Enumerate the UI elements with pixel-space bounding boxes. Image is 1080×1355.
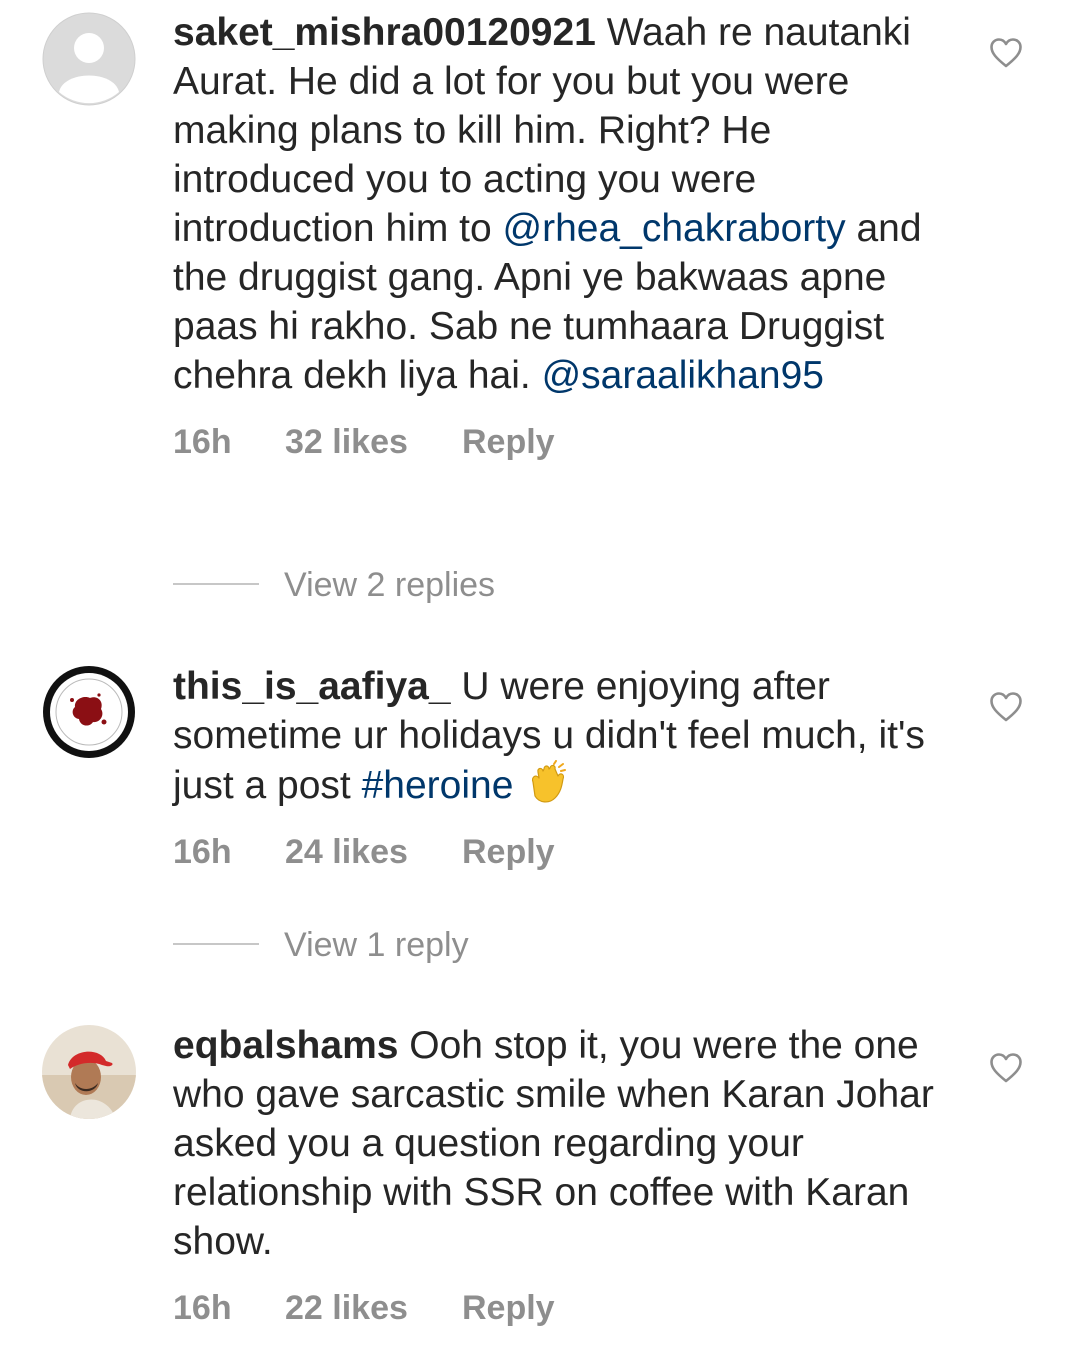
reply-button[interactable]: Reply xyxy=(462,422,555,462)
avatar[interactable] xyxy=(42,1025,136,1119)
photo-avatar-red-cap-icon xyxy=(42,1025,136,1119)
clapping-hands-emoji-icon xyxy=(525,760,571,806)
heart-outline-icon[interactable] xyxy=(990,1053,1022,1083)
comment-text: saket_mishra00120921 Waah re nautanki Au… xyxy=(173,8,963,400)
mention-link[interactable]: @saraalikhan95 xyxy=(542,354,824,397)
reply-thread-divider xyxy=(173,943,259,946)
comment-meta: 16h 22 likes Reply xyxy=(173,1288,963,1328)
hashtag-link[interactable]: #heroine xyxy=(362,764,514,807)
comment-timestamp[interactable]: 16h xyxy=(173,1288,285,1328)
comment-username[interactable]: saket_mishra00120921 xyxy=(173,11,596,54)
comment-username[interactable]: eqbalshams xyxy=(173,1024,398,1067)
avatar[interactable] xyxy=(42,12,136,106)
view-replies-button[interactable]: View 2 replies xyxy=(173,565,495,605)
reply-button[interactable]: Reply xyxy=(462,1288,555,1328)
reply-thread-divider xyxy=(173,583,259,586)
comment-likes-count[interactable]: 32 likes xyxy=(285,422,462,462)
mention-link[interactable]: @rhea_chakraborty xyxy=(503,207,846,250)
red-stamp-avatar-icon xyxy=(43,666,135,758)
view-replies-label: View 1 reply xyxy=(284,926,469,964)
comment-likes-count[interactable]: 24 likes xyxy=(285,832,462,872)
comment-timestamp[interactable]: 16h xyxy=(173,422,285,462)
reply-button[interactable]: Reply xyxy=(462,832,555,872)
comment-text: eqbalshams Ooh stop it, you were the one… xyxy=(173,1021,963,1266)
comment-text: this_is_aafiya_ U were enjoying after so… xyxy=(173,662,933,810)
avatar[interactable] xyxy=(42,665,136,759)
view-replies-label: View 2 replies xyxy=(284,566,496,604)
comment-likes-count[interactable]: 22 likes xyxy=(285,1288,462,1328)
comment-meta: 16h 32 likes Reply xyxy=(173,422,963,462)
comment-timestamp[interactable]: 16h xyxy=(173,832,285,872)
heart-outline-icon[interactable] xyxy=(990,38,1022,68)
heart-outline-icon[interactable] xyxy=(990,692,1022,722)
view-replies-button[interactable]: View 1 reply xyxy=(173,925,469,965)
default-user-avatar-icon xyxy=(42,12,136,106)
comment-meta: 16h 24 likes Reply xyxy=(173,832,963,872)
comment-username[interactable]: this_is_aafiya_ xyxy=(173,665,451,708)
